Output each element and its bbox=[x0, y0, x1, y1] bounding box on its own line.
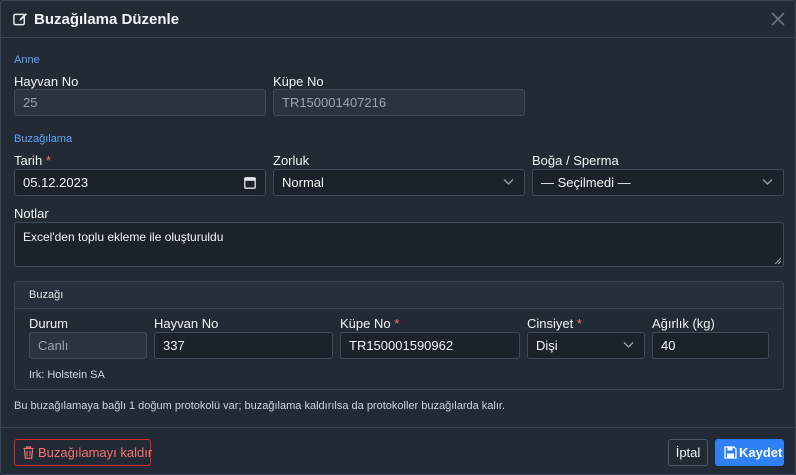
save-button[interactable]: Kaydet bbox=[715, 439, 784, 466]
required-mark: * bbox=[394, 316, 400, 331]
remove-calving-button[interactable]: Buzağılamayı kaldır bbox=[14, 439, 153, 466]
calf-card-title: Buzağı bbox=[29, 289, 64, 301]
notes-value: Excel'den toplu ekleme ile oluşturuldu bbox=[23, 230, 224, 244]
date-label: Tarih * bbox=[14, 153, 51, 168]
protocol-info-note: Bu buzağılamaya bağlı 1 doğum protokolü … bbox=[14, 400, 506, 412]
bull-value: — Seçilmedi — bbox=[541, 175, 631, 190]
calf-weight-label: Ağırlık (kg) bbox=[652, 316, 715, 331]
calendar-icon[interactable] bbox=[244, 176, 256, 189]
calf-card-header: Buzağı bbox=[15, 282, 783, 309]
section-mother: Anne bbox=[14, 54, 40, 66]
difficulty-label: Zorluk bbox=[273, 153, 310, 168]
calf-animal-no-label: Hayvan No bbox=[154, 316, 219, 331]
calf-animal-no-input[interactable]: 337 bbox=[154, 332, 333, 359]
calf-ear-tag-input[interactable]: TR150001590962 bbox=[340, 332, 520, 359]
calf-sex-label-text: Cinsiyet bbox=[527, 316, 574, 331]
calf-ear-tag-label-text: Küpe No bbox=[340, 316, 391, 331]
mother-animal-no-field[interactable]: 25 bbox=[14, 89, 266, 116]
footer-divider bbox=[1, 427, 795, 428]
modal-title: Buzağılama Düzenle bbox=[34, 11, 180, 28]
save-icon bbox=[724, 446, 737, 459]
mother-ear-tag-label: Küpe No bbox=[273, 74, 324, 89]
calf-breed-text: Irk: Holstein SA bbox=[29, 369, 105, 381]
chevron-down-icon bbox=[623, 342, 634, 348]
chevron-down-icon bbox=[503, 179, 514, 185]
notes-textarea[interactable]: Excel'den toplu ekleme ile oluşturuldu bbox=[14, 222, 784, 267]
calf-status-label: Durum bbox=[29, 316, 69, 331]
close-icon[interactable] bbox=[769, 10, 787, 28]
date-value: 05.12.2023 bbox=[23, 175, 89, 190]
bull-select[interactable]: — Seçilmedi — bbox=[532, 169, 784, 196]
required-mark: * bbox=[45, 153, 51, 168]
modal-header: Buzağılama Düzenle bbox=[1, 1, 795, 38]
section-calving: Buzağılama bbox=[14, 133, 73, 145]
calf-status-field[interactable]: Canlı bbox=[29, 332, 147, 359]
bull-label: Boğa / Sperma bbox=[532, 153, 619, 168]
calf-sex-label: Cinsiyet * bbox=[527, 316, 582, 331]
calf-weight-input[interactable]: 40 bbox=[652, 332, 769, 359]
difficulty-select[interactable]: Normal bbox=[273, 169, 525, 196]
edit-icon bbox=[13, 12, 28, 26]
calf-sex-value: Dişi bbox=[536, 338, 558, 353]
difficulty-value: Normal bbox=[282, 175, 324, 190]
resize-handle-icon[interactable] bbox=[774, 257, 781, 264]
date-input[interactable]: 05.12.2023 bbox=[14, 169, 266, 196]
notes-label: Notlar bbox=[14, 206, 49, 221]
save-label: Kaydet bbox=[739, 445, 783, 460]
remove-calving-label: Buzağılamayı kaldır bbox=[38, 445, 153, 460]
chevron-down-icon bbox=[762, 179, 773, 185]
mother-ear-tag-field[interactable]: TR150001407216 bbox=[273, 89, 525, 116]
calving-edit-modal: Buzağılama Düzenle Anne Hayvan No 25 Küp… bbox=[0, 0, 796, 475]
calf-ear-tag-label: Küpe No * bbox=[340, 316, 399, 331]
date-label-text: Tarih bbox=[14, 153, 43, 168]
calf-sex-select[interactable]: Dişi bbox=[527, 332, 645, 359]
trash-icon bbox=[23, 446, 34, 459]
mother-animal-no-label: Hayvan No bbox=[14, 74, 79, 89]
cancel-button[interactable]: İptal bbox=[668, 439, 708, 466]
required-mark: * bbox=[576, 316, 582, 331]
